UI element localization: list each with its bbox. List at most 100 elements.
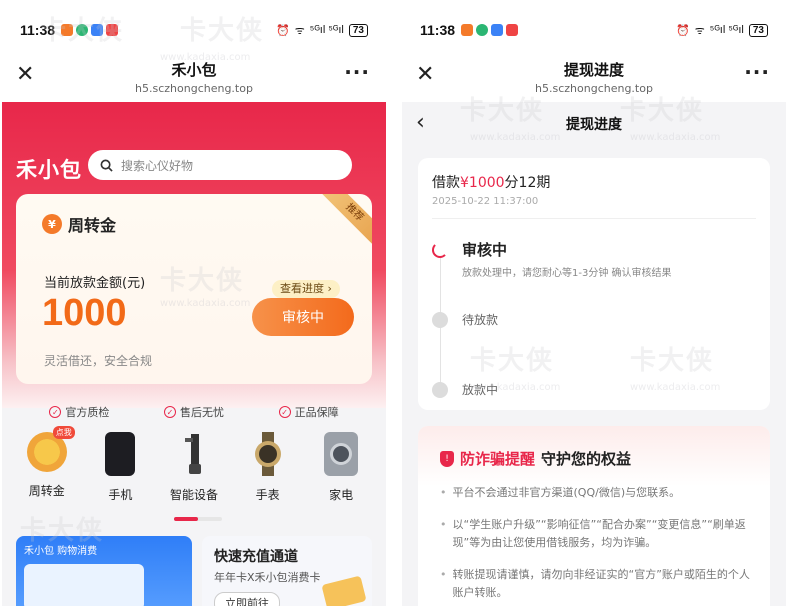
loan-summary: 借款¥1000分12期 — [432, 172, 550, 192]
guarantee-item: ✓ 官方质检 — [49, 402, 109, 422]
fraud-tip-text: 转账提现请谨慎，请勿向非经证实的“官方”账户或陌生的个人账户转账。 — [452, 568, 750, 599]
more-icon[interactable]: ··· — [744, 60, 770, 84]
guarantee-item: ✓ 售后无忧 — [163, 402, 224, 422]
alarm-icon: ⏰ — [276, 24, 290, 37]
step-title: 待放款 — [462, 313, 499, 327]
nav-title: 提现进度 — [566, 117, 622, 133]
fraud-card-title: ! 防诈骗提醒 守护您的权益 — [440, 448, 631, 469]
check-icon: ✓ — [49, 406, 62, 418]
promo-banner-shopping[interactable]: 禾小包 购物消费 — [16, 536, 192, 606]
step-reviewing: 审核中 放款处理中，请您耐心等1-3分钟 确认审核结果 — [432, 242, 672, 279]
check-icon: ✓ — [278, 406, 291, 418]
screenshot-stage: 11:38 ⏰ ᯤ ⁵ᴳıl ⁵ᴳıl 73 ✕ 禾小包 h5.sczhongc… — [0, 0, 790, 606]
bullet-icon: • — [440, 486, 447, 499]
category-label: 家电 — [329, 488, 354, 502]
more-icon[interactable]: ··· — [344, 60, 370, 84]
step-dot — [432, 382, 448, 398]
step-title: 审核中 — [462, 241, 508, 259]
page-url: h5.sczhongcheng.top — [135, 82, 253, 95]
guarantee-item: ✓ 正品保障 — [278, 402, 339, 422]
watch-icon — [248, 432, 288, 476]
app-notification-icon — [106, 24, 119, 36]
step-title: 放款中 — [462, 383, 499, 397]
step-description: 放款处理中，请您耐心等1-3分钟 确认审核结果 — [462, 268, 672, 279]
review-status-button[interactable]: 审核中 — [252, 298, 354, 336]
category-label: 手机 — [108, 488, 133, 502]
gift-card-icon — [321, 575, 367, 606]
fraud-tip: • 平台不会通过非官方渠道(QQ/微信)与您联系。 — [440, 484, 752, 502]
category-item-devices[interactable]: 智能设备 — [162, 432, 226, 508]
category-item-appliance[interactable]: 家电 — [309, 432, 373, 508]
promo-subtitle: 年年卡X禾小包消费卡 — [214, 571, 321, 584]
app-notification-icon — [491, 24, 504, 36]
guarantee-label: 售后无忧 — [179, 406, 224, 419]
app-notification-icon — [61, 24, 74, 36]
page-title: 提现进度 — [563, 61, 624, 79]
browser-bar: ✕ 禾小包 h5.sczhongcheng.top ··· — [2, 52, 386, 102]
wifi-icon: ᯤ — [294, 24, 305, 37]
battery-icon: 73 — [348, 23, 368, 37]
amount-label: 当前放款金额(元) — [44, 276, 146, 291]
status-bar: 11:38 ⏰ ᯤ ⁵ᴳıl ⁵ᴳıl 73 — [2, 8, 386, 52]
brand-logo: 禾小包 — [16, 158, 82, 182]
progress-screen: 11:38 ⏰ ᯤ ⁵ᴳıl ⁵ᴳıl 73 ✕ 提现进度 h5.sczhong… — [402, 8, 786, 606]
promo-title: 快速充值通道 — [214, 549, 298, 565]
loan-timestamp: 2025-10-22 11:37:00 — [432, 196, 539, 207]
app-notification-icon — [91, 24, 104, 36]
status-time: 11:38 — [20, 22, 56, 38]
go-now-button[interactable]: 立即前往 — [214, 592, 280, 606]
loan-card-title-text: 周转金 — [68, 216, 117, 235]
close-icon[interactable]: ✕ — [16, 64, 34, 86]
loan-card: ¥ 周转金 推荐 当前放款金额(元) 1000 查看进度 › 审核中 灵活借还，… — [16, 194, 372, 384]
home-screen: 11:38 ⏰ ᯤ ⁵ᴳıl ⁵ᴳıl 73 ✕ 禾小包 h5.sczhongc… — [2, 8, 386, 606]
loan-card-note: 灵活借还，安全合规 — [44, 354, 153, 368]
status-bar: 11:38 ⏰ ᯤ ⁵ᴳıl ⁵ᴳıl 73 — [402, 8, 786, 52]
fraud-tip: • 转账提现请谨慎，请勿向非经证实的“官方”账户或陌生的个人账户转账。 — [440, 566, 752, 602]
guarantee-label: 官方质检 — [65, 406, 110, 419]
notification-icons — [61, 24, 119, 36]
page-url: h5.sczhongcheng.top — [535, 82, 653, 95]
fraud-title: 守护您的权益 — [541, 450, 632, 468]
close-icon[interactable]: ✕ — [416, 64, 434, 86]
app-notification-icon — [506, 24, 519, 36]
shield-icon: ! — [440, 450, 454, 467]
category-label: 周转金 — [28, 484, 65, 498]
fraud-tip: • 以“学生账户升级”“影响征信”“配合办案”“变更信息”“刷单返现”等为由让您… — [440, 516, 752, 552]
category-item-turnover[interactable]: 点我 周转金 — [15, 426, 79, 508]
back-icon[interactable]: ‹ — [416, 110, 425, 135]
category-label: 智能设备 — [169, 488, 218, 502]
search-placeholder: 搜索心仪好物 — [121, 158, 194, 173]
fraud-title-red: 防诈骗提醒 — [460, 450, 536, 468]
nav-bar: ‹ 提现进度 — [402, 102, 786, 146]
fraud-tip-text: 平台不会通过非官方渠道(QQ/微信)与您联系。 — [452, 486, 681, 499]
bullet-icon: • — [440, 568, 447, 581]
coin-bag-icon: 点我 — [26, 426, 75, 472]
category-badge: 点我 — [52, 426, 75, 439]
wifi-icon: ᯤ — [694, 24, 705, 37]
app-notification-icon — [76, 24, 89, 36]
step-dot — [432, 312, 448, 328]
loan-amount: 1000 — [42, 292, 127, 334]
promo-tag: 禾小包 购物消费 — [24, 546, 98, 557]
view-progress-link[interactable]: 查看进度 › — [272, 280, 340, 298]
signal-icon: ⁵ᴳıl ⁵ᴳıl — [709, 24, 744, 36]
guarantee-label: 正品保障 — [294, 406, 339, 419]
promo-image — [24, 564, 144, 606]
coin-icon: ¥ — [42, 214, 62, 234]
withdraw-progress-card: 借款¥1000分12期 2025-10-22 11:37:00 审核中 放款处理… — [418, 158, 770, 410]
category-item-phone[interactable]: 手机 — [88, 432, 152, 508]
search-bar[interactable]: 搜索心仪好物 — [88, 150, 352, 180]
step-pending: 待放款 — [432, 312, 498, 328]
check-icon: ✓ — [163, 406, 176, 418]
loan-amount: ¥1000 — [460, 175, 505, 191]
loan-card-title: ¥ 周转金 — [42, 212, 116, 236]
loan-term: 分12期 — [504, 175, 551, 191]
promo-banner-recharge[interactable]: 快速充值通道 年年卡X禾小包消费卡 立即前往 — [202, 536, 372, 606]
battery-icon: 73 — [748, 23, 768, 37]
status-time: 11:38 — [420, 22, 456, 38]
signal-icon: ⁵ᴳıl ⁵ᴳıl — [309, 24, 344, 36]
category-item-watch[interactable]: 手表 — [236, 432, 300, 508]
step-disbursing: 放款中 — [432, 382, 498, 398]
recommend-ribbon: 推荐 — [319, 194, 372, 248]
notification-icons — [461, 24, 519, 36]
